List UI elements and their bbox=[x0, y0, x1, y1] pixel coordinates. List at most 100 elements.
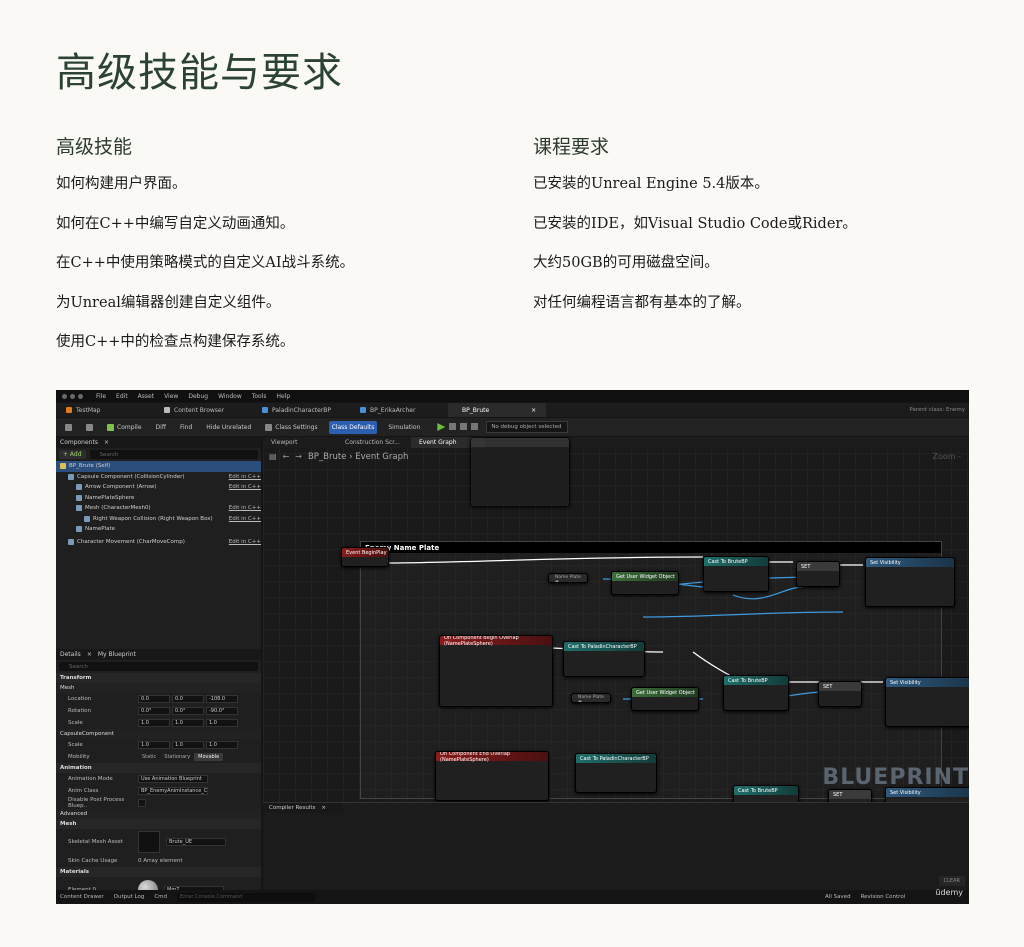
debug-object-select[interactable]: No debug object selected bbox=[486, 421, 569, 433]
skeletal-mesh-select[interactable]: Brute_UE bbox=[166, 838, 226, 846]
begin-overlap-node[interactable]: On Component Begin Overlap (NamePlateSph… bbox=[439, 635, 553, 707]
location-y-field[interactable]: 0.0 bbox=[172, 695, 204, 703]
animation-section[interactable]: Animation bbox=[56, 763, 261, 773]
all-saved-status[interactable]: All Saved bbox=[825, 894, 851, 900]
advanced-section[interactable]: Advanced bbox=[56, 809, 261, 819]
scale-y-field[interactable]: 1.0 bbox=[172, 719, 204, 727]
component-item[interactable]: NamePlate bbox=[56, 524, 261, 535]
cmd-select[interactable]: Cmd bbox=[154, 894, 167, 900]
tab-paladin[interactable]: PaladinCharacterBP bbox=[252, 403, 350, 417]
menu-view[interactable]: View bbox=[164, 393, 178, 400]
tab-brute[interactable]: BP_Brute × bbox=[448, 403, 546, 417]
transform-section[interactable]: Transform bbox=[56, 673, 261, 683]
class-defaults-button[interactable]: Class Defaults bbox=[328, 420, 378, 434]
rotation-x-field[interactable]: 0.0° bbox=[138, 707, 170, 715]
scale-x-field[interactable]: 1.0 bbox=[138, 719, 170, 727]
add-component-button[interactable]: + Add bbox=[59, 450, 86, 459]
get-widget-node[interactable]: Get User Widget Object bbox=[631, 687, 699, 711]
component-item[interactable]: Capsule Component (CollisionCylinder) Edi… bbox=[56, 472, 261, 483]
mobility-movable[interactable]: Movable bbox=[194, 753, 224, 761]
disable-pp-checkbox[interactable] bbox=[138, 799, 146, 807]
tab-testmap[interactable]: TestMap bbox=[56, 403, 154, 417]
cast-brute-node[interactable]: Cast To BruteBP bbox=[703, 556, 769, 592]
udemy-logo: ūdemy bbox=[935, 888, 963, 897]
clear-button[interactable]: CLEAR bbox=[938, 876, 965, 886]
component-item[interactable]: Arrow Component (Arrow) Edit in C++ bbox=[56, 482, 261, 493]
save-button[interactable] bbox=[62, 421, 75, 434]
tab-erika[interactable]: BP_ErikaArcher bbox=[350, 403, 448, 417]
mesh-thumbnail[interactable] bbox=[138, 831, 160, 853]
end-overlap-node[interactable]: On Component End Overlap (NamePlateSpher… bbox=[435, 751, 549, 801]
close-icon[interactable]: × bbox=[87, 651, 92, 658]
menu-file[interactable]: File bbox=[96, 393, 106, 400]
tab-content-browser[interactable]: Content Browser bbox=[154, 403, 252, 417]
set-node[interactable]: SET bbox=[796, 561, 840, 587]
rotation-y-field[interactable]: 0.0° bbox=[172, 707, 204, 715]
component-item[interactable]: BP_Brute (Self) bbox=[56, 461, 261, 472]
component-item[interactable]: NamePlateSphere bbox=[56, 493, 261, 504]
cast-paladin-node[interactable]: Cast To PaladinCharacterBP bbox=[575, 753, 657, 793]
set-visibility-node[interactable]: Set Visibility bbox=[865, 557, 955, 607]
scale-y-field[interactable]: 1.0 bbox=[172, 741, 204, 749]
edit-in-cpp-link[interactable]: Edit in C++ bbox=[229, 505, 261, 511]
close-icon[interactable]: × bbox=[531, 407, 536, 414]
revision-control-button[interactable]: Revision Control bbox=[861, 894, 906, 900]
mesh-subsection[interactable]: Mesh bbox=[56, 683, 261, 693]
anim-class-select[interactable]: BP_EnemyAnimInstance_C bbox=[138, 787, 208, 795]
my-blueprint-tab[interactable]: My Blueprint bbox=[98, 651, 136, 658]
mesh-section[interactable]: Mesh bbox=[56, 819, 261, 829]
menu-edit[interactable]: Edit bbox=[116, 393, 128, 400]
materials-section[interactable]: Materials bbox=[56, 867, 261, 877]
find-button[interactable]: Find bbox=[177, 421, 195, 434]
component-item[interactable]: Mesh (CharacterMesh0) Edit in C++ bbox=[56, 503, 261, 514]
component-item[interactable]: Character Movement (CharMoveComp) Edit in… bbox=[56, 537, 261, 548]
mobility-stationary[interactable]: Stationary bbox=[160, 753, 194, 761]
mobility-static[interactable]: Static bbox=[138, 753, 160, 761]
close-icon[interactable]: × bbox=[321, 805, 326, 811]
cast-brute-node[interactable]: Cast To BruteBP bbox=[723, 675, 789, 711]
nameplate-var-node[interactable]: Name Plate ◉ bbox=[548, 573, 588, 583]
edit-in-cpp-link[interactable]: Edit in C++ bbox=[229, 484, 261, 490]
eject-icon[interactable] bbox=[471, 423, 479, 430]
edit-in-cpp-link[interactable]: Edit in C++ bbox=[229, 474, 261, 480]
set-visibility-node[interactable]: Set Visibility bbox=[885, 677, 969, 727]
console-input[interactable]: Enter Console Command bbox=[177, 892, 316, 902]
compile-button[interactable]: Compile bbox=[104, 421, 145, 434]
anim-mode-select[interactable]: Use Animation Blueprint bbox=[138, 775, 208, 783]
components-search-input[interactable]: Search bbox=[89, 450, 258, 459]
event-graph[interactable]: Viewport Construction Scr... Event Graph… bbox=[263, 437, 969, 807]
menu-help[interactable]: Help bbox=[277, 393, 291, 400]
hide-unrelated-button[interactable]: Hide Unrelated bbox=[203, 421, 254, 434]
edit-in-cpp-link[interactable]: Edit in C++ bbox=[229, 516, 261, 522]
component-item[interactable]: Right Weapon Collision (Right Weapon Box… bbox=[56, 514, 261, 525]
cast-paladin-node[interactable]: Cast To PaladinCharacterBP bbox=[563, 641, 645, 677]
menu-window[interactable]: Window bbox=[218, 393, 242, 400]
set-node[interactable]: SET bbox=[818, 681, 862, 707]
rotation-z-field[interactable]: -90.0° bbox=[206, 707, 238, 715]
menu-debug[interactable]: Debug bbox=[188, 393, 208, 400]
pause-icon[interactable] bbox=[449, 423, 457, 430]
output-log-button[interactable]: Output Log bbox=[114, 894, 145, 900]
location-z-field[interactable]: -108.0 bbox=[206, 695, 238, 703]
class-settings-button[interactable]: Class Settings bbox=[262, 421, 320, 434]
menu-tools[interactable]: Tools bbox=[252, 393, 267, 400]
menu-asset[interactable]: Asset bbox=[138, 393, 154, 400]
scale-z-field[interactable]: 1.0 bbox=[206, 741, 238, 749]
diff-button[interactable]: Diff bbox=[153, 421, 169, 434]
scale-z-field[interactable]: 1.0 bbox=[206, 719, 238, 727]
edit-in-cpp-link[interactable]: Edit in C++ bbox=[229, 539, 261, 545]
content-drawer-button[interactable]: Content Drawer bbox=[60, 894, 104, 900]
stop-icon[interactable] bbox=[460, 423, 468, 430]
location-x-field[interactable]: 0.0 bbox=[138, 695, 170, 703]
capsule-subsection[interactable]: CapsuleComponent bbox=[56, 729, 261, 739]
scale-x-field[interactable]: 1.0 bbox=[138, 741, 170, 749]
browse-button[interactable] bbox=[83, 421, 96, 434]
get-widget-node[interactable]: Get User Widget Object bbox=[611, 571, 679, 595]
play-icon[interactable] bbox=[437, 423, 446, 431]
close-icon[interactable]: × bbox=[104, 439, 109, 446]
simulation-button[interactable]: Simulation bbox=[385, 421, 423, 434]
details-search-input[interactable]: Search bbox=[59, 662, 258, 671]
event-beginplay-node[interactable]: Event BeginPlay bbox=[341, 547, 389, 567]
nameplate-var-node[interactable]: Name Plate ◉ bbox=[571, 693, 611, 703]
requirements-section: 课程要求 已安装的Unreal Engine 5.4版本。 已安装的IDE，如V… bbox=[533, 132, 973, 332]
